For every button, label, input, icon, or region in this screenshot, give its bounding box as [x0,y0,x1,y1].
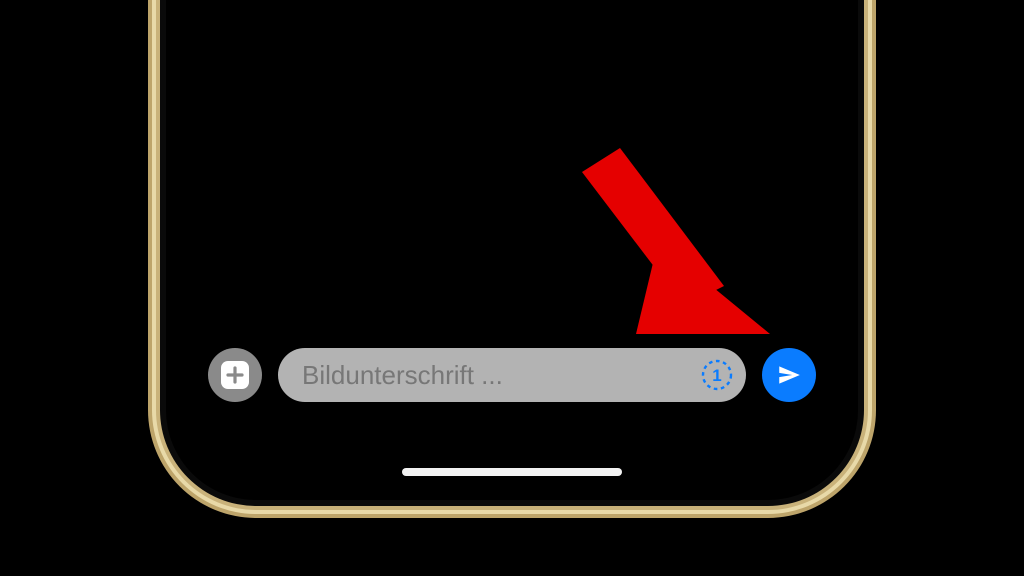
phone-frame: 1 [166,0,858,500]
view-once-button[interactable]: 1 [698,356,736,394]
caption-input[interactable] [302,360,690,391]
add-attachment-button[interactable] [208,348,262,402]
caption-field[interactable]: 1 [278,348,746,402]
send-button[interactable] [762,348,816,402]
view-once-icon: 1 [699,357,735,393]
home-indicator [402,468,622,476]
composer-row: 1 [208,346,816,404]
send-icon [776,362,802,388]
svg-text:1: 1 [712,366,721,385]
screen: 1 [166,0,858,500]
plus-icon [221,361,249,389]
